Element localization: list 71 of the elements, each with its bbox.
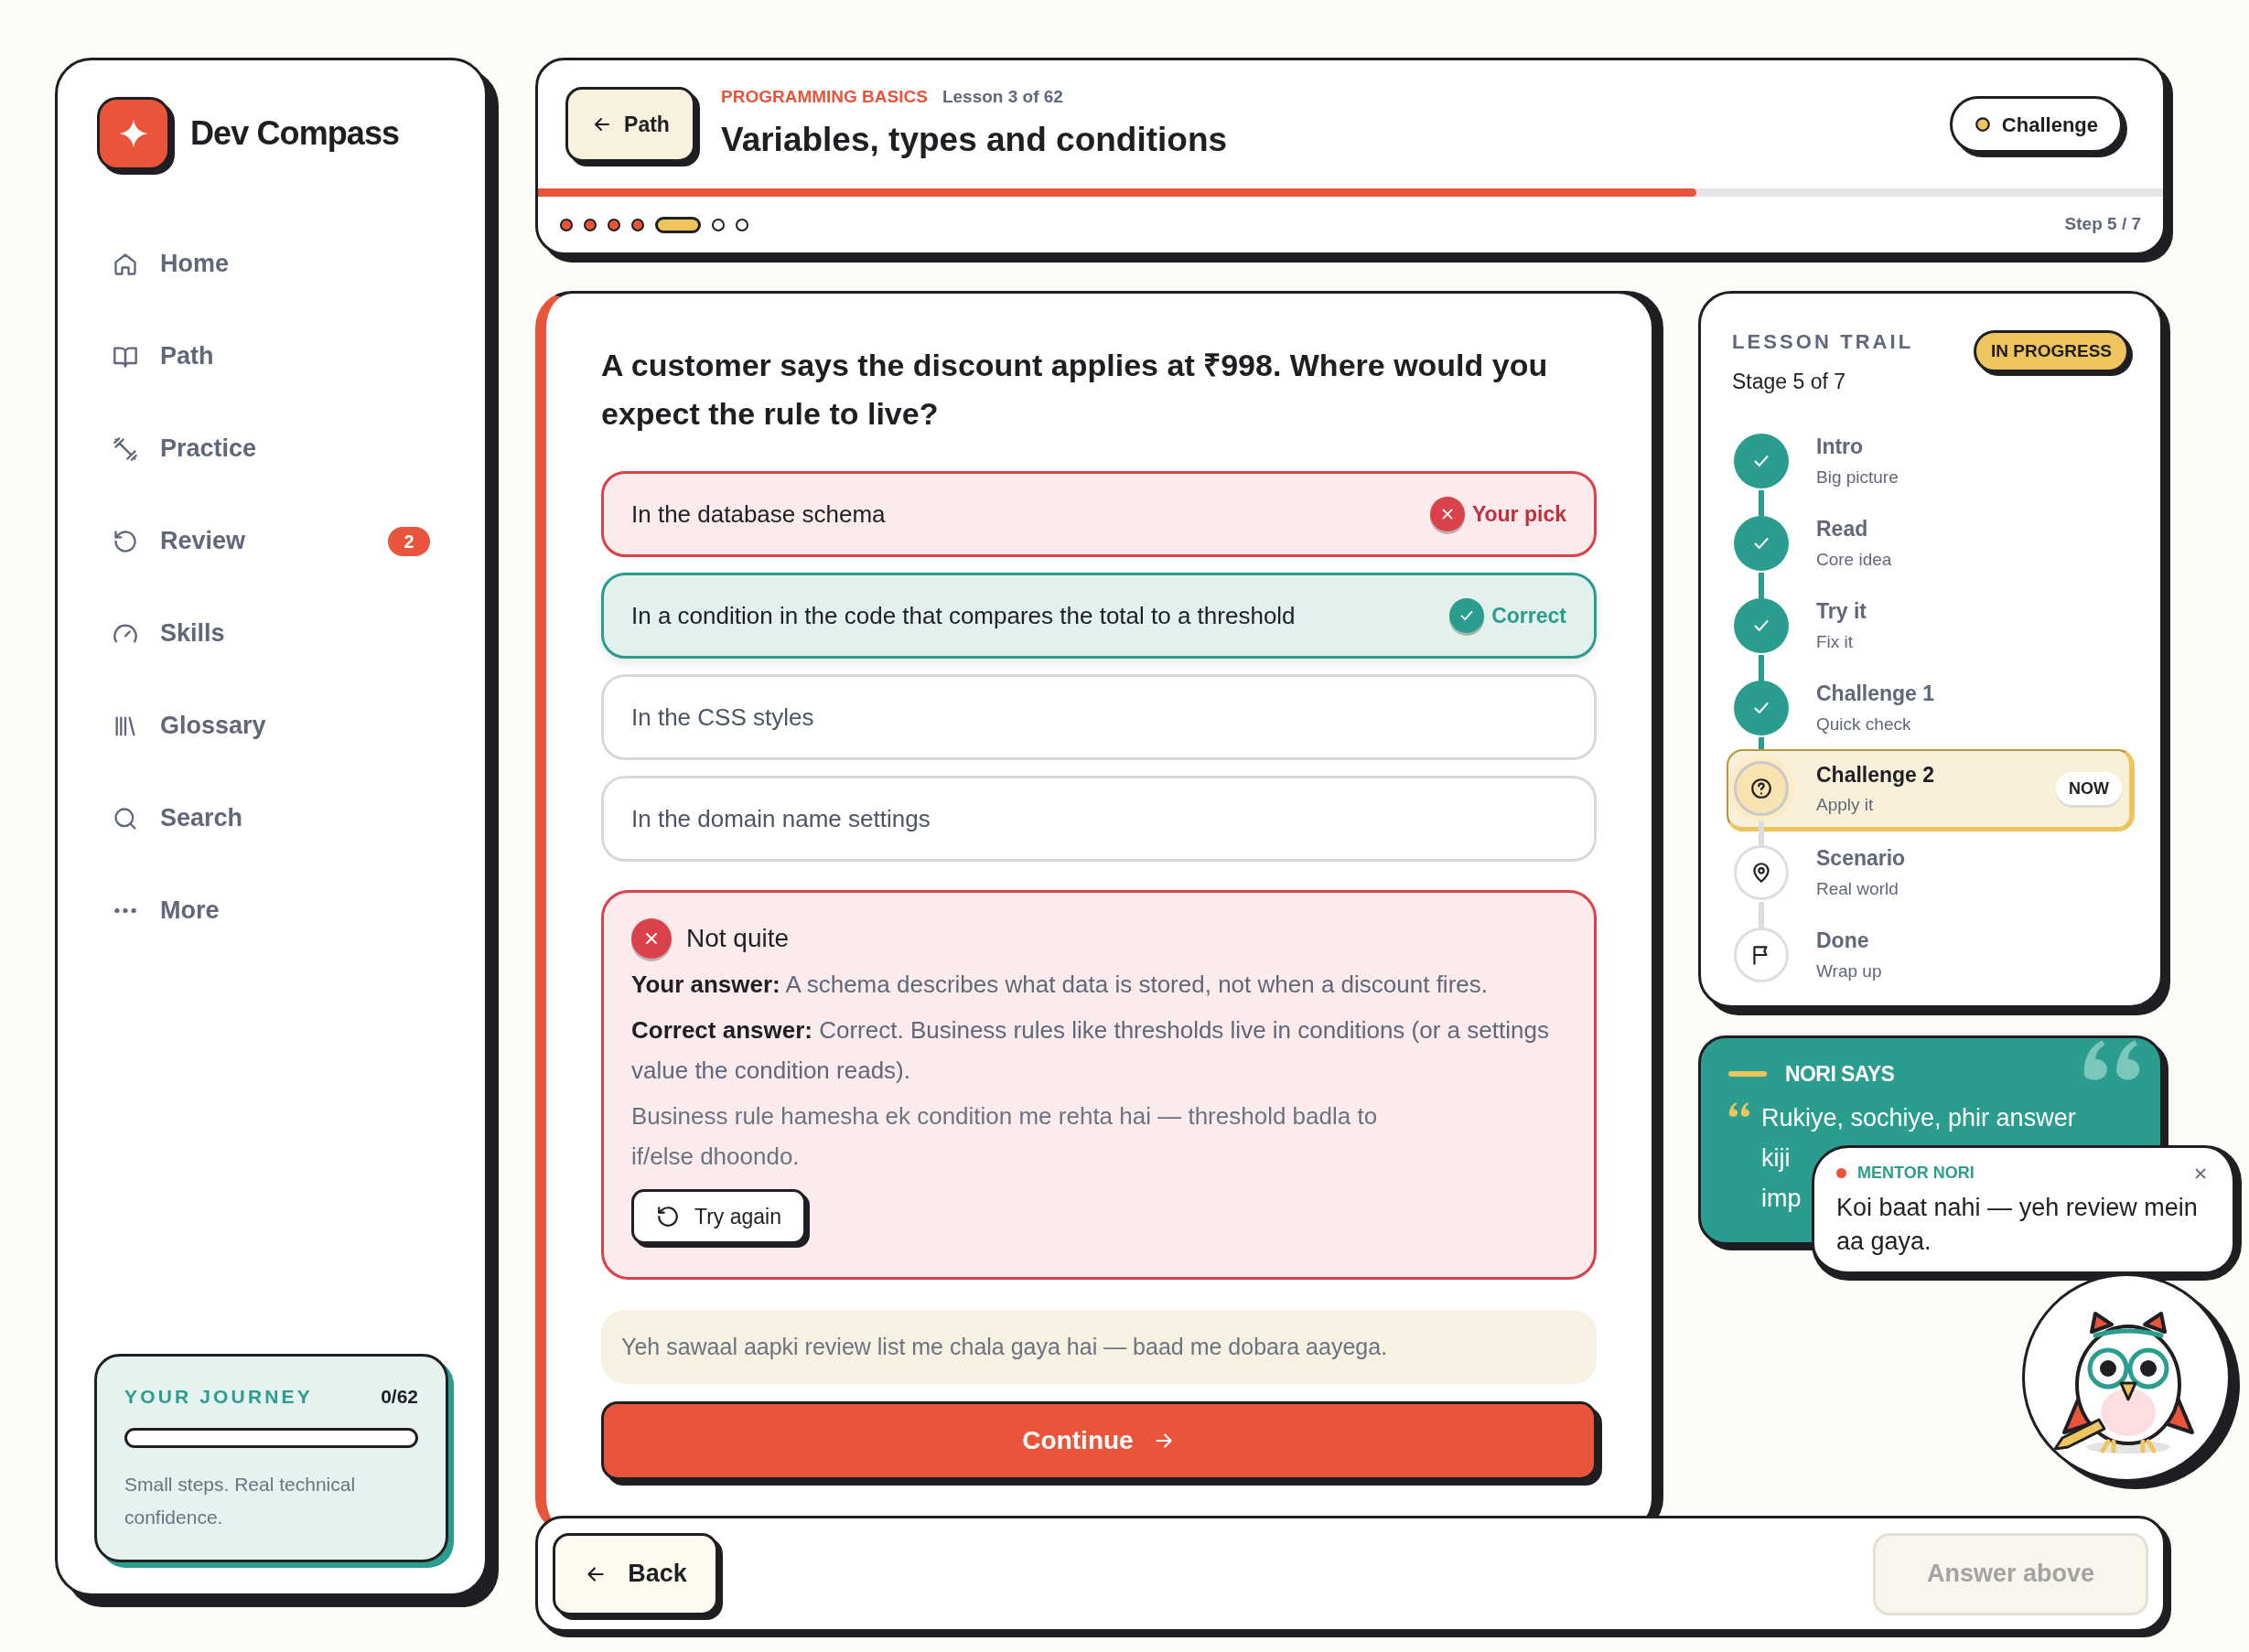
quote-text: Rukiye, sochiye, phir answer: [1761, 1102, 2076, 1133]
answer-tag: Your pick: [1429, 497, 1566, 531]
nav-item[interactable]: Search: [94, 772, 448, 864]
nav-item[interactable]: Path: [94, 310, 448, 402]
journey-title: YOUR JOURNEY: [124, 1385, 313, 1409]
quote-text: imp: [1761, 1183, 1802, 1214]
nav-item[interactable]: More: [94, 864, 448, 957]
home-icon: [113, 251, 138, 277]
trail-connector: [1759, 819, 1764, 847]
journey-count: 0/62: [381, 1385, 418, 1409]
search-icon: [113, 805, 138, 831]
step-title: Intro: [1816, 434, 1865, 460]
step-subtitle: Quick check: [1816, 713, 1912, 735]
cross-icon: [1429, 497, 1465, 531]
trail-connector: [1759, 572, 1764, 600]
nav-item[interactable]: Glossary: [94, 680, 448, 772]
hint-text: Business rule hamesha ek condition me rehta hai — threshold badla to if/else dhoondo.: [631, 1101, 1379, 1172]
now-badge: NOW: [2056, 772, 2122, 805]
step-title: Read: [1816, 516, 1869, 542]
circular-arrow-icon: [113, 528, 138, 554]
correct-answer-text: Correct answer: Correct. Business rules like thresholds live in conditions (or a settings value the condition reads).: [631, 1015, 1550, 1086]
trail-connector: [1759, 489, 1764, 518]
step-subtitle: Apply it: [1816, 794, 1875, 816]
sparkle-icon: [118, 118, 149, 149]
step-title: Done: [1816, 928, 1870, 954]
answer-tag: Correct: [1449, 598, 1566, 633]
step-subtitle: Fix it: [1816, 630, 1855, 653]
dumbbell-icon: [113, 435, 138, 462]
circular-arrow-icon: [656, 1205, 680, 1228]
answer-option[interactable]: In the database schema Your pick: [601, 471, 1597, 557]
nav-item[interactable]: Review 2: [94, 495, 448, 587]
your-answer-text: Your answer: A schema describes what data is stored, not when a discount fires.: [631, 970, 1489, 1000]
quote-icon: [1728, 1100, 1750, 1118]
nav-item[interactable]: Home: [94, 218, 448, 310]
count-badge: 2: [388, 526, 430, 556]
step-title: Challenge 1: [1816, 681, 1936, 707]
question-text: A customer says the discount applies at ₹998. Where would you expect the rule to live?: [601, 347, 1549, 433]
card-title: NORI SAYS: [1785, 1061, 1895, 1088]
step-title: Scenario: [1816, 845, 1907, 872]
trail-title: LESSON TRAIL: [1732, 329, 1914, 355]
step-title: Try it: [1816, 598, 1867, 625]
cross-icon: [631, 918, 672, 959]
nav-item[interactable]: Skills: [94, 587, 448, 680]
step-subtitle: Big picture: [1816, 466, 1899, 488]
review-note: Yeh sawaal aapki review list me chala gaya hai — baad me dobara aayega.: [601, 1310, 1597, 1384]
app-name: Dev Compass: [190, 113, 400, 154]
lesson-label: Lesson 3 of 62: [942, 86, 1063, 108]
course-label: PROGRAMMING BASICS: [721, 86, 928, 108]
feedback-title: Not quite: [686, 923, 790, 954]
quote-icon: [2082, 1038, 2142, 1082]
answer-option[interactable]: In the domain name settings: [601, 776, 1597, 862]
step-subtitle: Wrap up: [1816, 960, 1883, 982]
lesson-title: Variables, types and conditions: [721, 119, 1228, 160]
quote-text: kiji: [1761, 1142, 1791, 1174]
step-subtitle: Core idea: [1816, 548, 1893, 571]
dot-icon: [1974, 116, 1991, 133]
check-icon: [1449, 598, 1485, 633]
step-title: Challenge 2: [1816, 761, 1936, 788]
trail-connector: [1759, 901, 1764, 929]
mentor-label: MENTOR NORI: [1857, 1163, 1975, 1184]
trail-stage: Stage 5 of 7: [1732, 369, 1847, 395]
answer-option[interactable]: In a condition in the code that compares the total to a threshold Correct: [601, 573, 1597, 659]
trail-connector: [1759, 654, 1764, 682]
answer-option[interactable]: In the CSS styles: [601, 674, 1597, 760]
journey-text: Small steps. Real technical confidence.: [124, 1472, 357, 1529]
more-icon: [113, 907, 137, 914]
step-label: Step 5 / 7: [2064, 213, 2141, 236]
nav-item[interactable]: Practice: [94, 402, 448, 495]
step-subtitle: Real world: [1816, 877, 1899, 900]
mentor-message: Koi baat nahi — yeh review mein aa gaya.: [1836, 1193, 2199, 1257]
accent-bar: [1728, 1071, 1767, 1078]
